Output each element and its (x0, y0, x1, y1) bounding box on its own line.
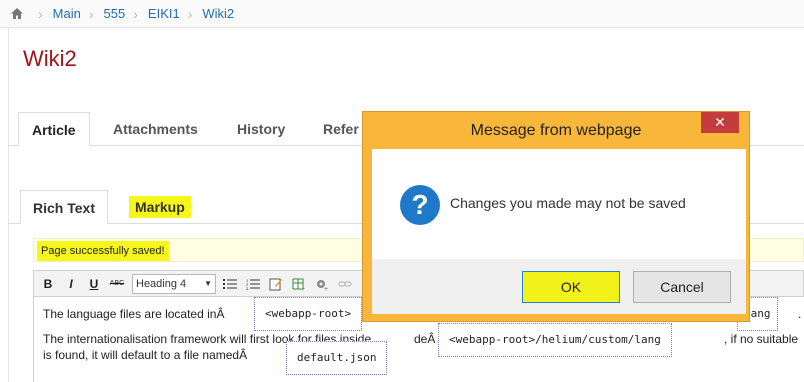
breadcrumb-link-555[interactable]: 555 (100, 6, 130, 21)
tab-references[interactable]: Refer (323, 112, 359, 146)
bold-button[interactable]: B (40, 275, 56, 293)
editor-text-line: is found, it will default to a file name… (43, 348, 248, 362)
breadcrumb-item[interactable]: › Main (34, 6, 85, 22)
insert-table-icon[interactable]: + (291, 275, 307, 293)
underline-button[interactable]: U (86, 275, 102, 293)
svg-text:+: + (301, 286, 305, 291)
breadcrumb-item[interactable]: › Wiki2 (184, 6, 238, 22)
breadcrumb-item[interactable]: › EIKI1 (129, 6, 183, 22)
dialog-message: Changes you made may not be saved (450, 195, 686, 211)
tab-attachments[interactable]: Attachments (113, 112, 198, 146)
code-inline: <webapp-root>/helium/custom/lang (438, 323, 672, 357)
svg-text:+: + (324, 286, 328, 291)
editor-text-line: The language files are located inÂ (43, 307, 225, 321)
heading-select[interactable]: Heading 4 ▼ (132, 273, 216, 294)
status-message: Page successfully saved! (37, 241, 169, 261)
question-icon: ? (400, 185, 440, 225)
dialog-footer: OK Cancel (372, 259, 746, 314)
numbered-list-icon[interactable]: 123 (245, 275, 261, 293)
tab-history[interactable]: History (237, 112, 285, 146)
chevron-right-icon: › (88, 5, 94, 22)
page-title: Wiki2 (23, 46, 77, 71)
breadcrumb-link-eiki1[interactable]: EIKI1 (144, 6, 184, 21)
tab-markup[interactable]: Markup (129, 196, 191, 218)
message-dialog: Message from webpage ✕ ? Changes you mad… (363, 112, 749, 321)
ok-button[interactable]: OK (522, 271, 620, 303)
heading-select-value: Heading 4 (136, 277, 187, 290)
code-inline: <webapp-root> (254, 297, 363, 331)
tab-rich-text[interactable]: Rich Text (20, 190, 108, 224)
breadcrumb-item[interactable]: › 555 (85, 6, 129, 22)
settings-gear-icon[interactable]: + (314, 275, 330, 293)
home-icon[interactable] (0, 7, 34, 20)
link-icon[interactable] (337, 275, 353, 293)
close-icon[interactable]: ✕ (701, 112, 739, 133)
bullet-list-icon[interactable] (222, 275, 238, 293)
strikethrough-button[interactable]: ABC (109, 275, 125, 293)
editor-text: . (798, 307, 802, 321)
editor-text: , if no suitable (724, 332, 799, 346)
dropdown-arrow-icon: ▼ (204, 279, 212, 288)
chevron-right-icon: › (133, 5, 138, 22)
chevron-right-icon: › (187, 5, 193, 22)
breadcrumb-link-main[interactable]: Main (49, 6, 85, 21)
tab-article[interactable]: Article (18, 112, 90, 146)
italic-button[interactable]: I (63, 275, 79, 293)
dialog-title: Message from webpage (470, 122, 642, 139)
svg-text:3: 3 (246, 286, 249, 290)
code-inline: default.json (286, 341, 388, 375)
breadcrumb-link-wiki2[interactable]: Wiki2 (198, 6, 238, 21)
editor-text: deÂ (414, 332, 436, 346)
chevron-right-icon: › (38, 5, 43, 22)
cancel-button[interactable]: Cancel (633, 271, 731, 303)
edit-icon[interactable] (268, 275, 284, 293)
dialog-body: ? Changes you made may not be saved OK C… (372, 149, 746, 314)
breadcrumb: › Main › 555 › EIKI1 › Wiki2 (0, 0, 804, 28)
